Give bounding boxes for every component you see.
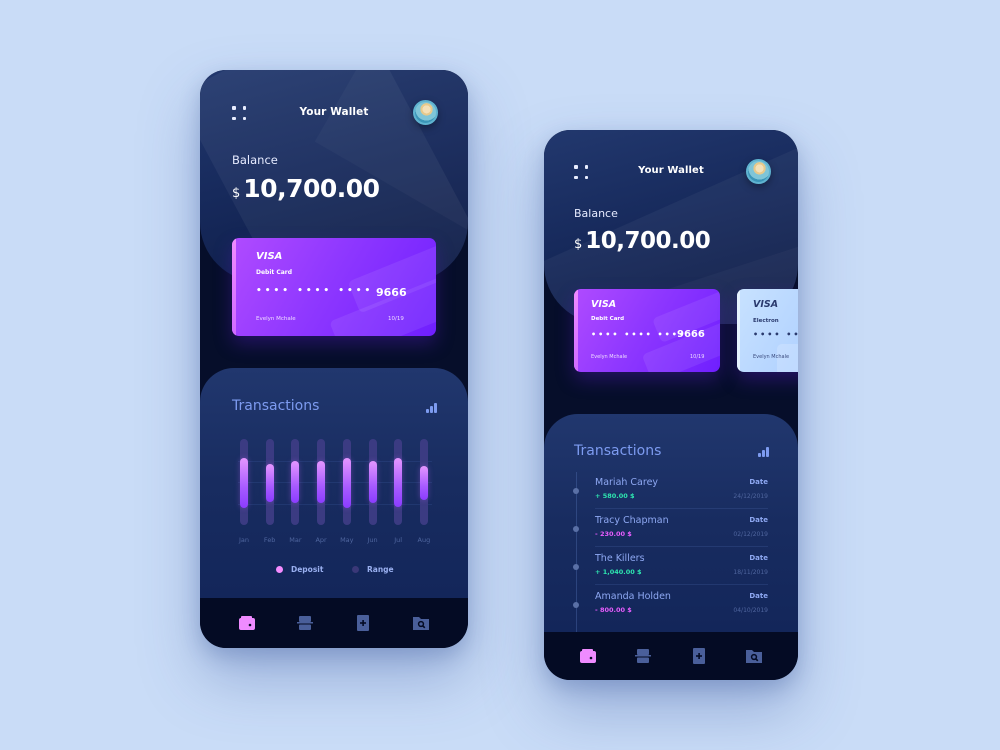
debit-card[interactable]: VISA Debit Card •••• •••• •••• 9666 Evel…: [232, 238, 436, 336]
card-type: Debit Card: [591, 316, 625, 322]
card-brand: VISA: [591, 299, 617, 310]
row-divider: [595, 546, 768, 547]
card-expiry: 10/19: [690, 354, 705, 360]
transaction-amount: + 1,040.00 $: [595, 568, 642, 576]
legend-dot-range: [352, 566, 359, 573]
user-avatar[interactable]: [746, 159, 771, 184]
row-divider: [595, 584, 768, 585]
bottom-nav: [200, 598, 468, 648]
timeline-dot: [573, 526, 579, 532]
nav-search-button[interactable]: [409, 611, 433, 635]
debit-card[interactable]: VISA Debit Card •••• •••• •••• 9666 Evel…: [574, 289, 720, 372]
transaction-date-label: Date: [749, 592, 768, 600]
transaction-name: The Killers: [595, 553, 645, 564]
legend-label-range: Range: [367, 565, 394, 574]
wallet-screen-list: Your Wallet Balance $ 10,700.00 VISA Deb…: [544, 130, 798, 680]
transaction-date: 24/12/2019: [733, 493, 768, 500]
deposit-bar-jan[interactable]: [240, 457, 248, 508]
deposit-bar-apr[interactable]: [317, 461, 326, 504]
month-label: Mar: [289, 536, 302, 544]
nav-add-button[interactable]: [351, 611, 375, 635]
transaction-date-label: Date: [749, 478, 768, 486]
month-label: Jun: [367, 536, 378, 544]
card-type: Debit Card: [256, 269, 293, 276]
timeline-dot: [573, 564, 579, 570]
card-last4: 9666: [376, 286, 407, 299]
wallet-screen-chart: Your Wallet Balance $ 10,700.00 VISA Deb…: [200, 70, 468, 648]
currency-symbol: $: [574, 237, 583, 252]
nav-cards-button[interactable]: [631, 644, 655, 668]
legend-dot-deposit: [276, 566, 283, 573]
legend-deposit: Deposit: [276, 565, 323, 574]
card-number-masked: •••• ••••: [753, 330, 798, 339]
month-label: Apr: [315, 536, 327, 544]
deposit-bar-mar[interactable]: [291, 461, 300, 504]
balance-value: 10,700.00: [243, 174, 380, 203]
card-holder: Evelyn Mchale: [256, 316, 296, 322]
balance-value: 10,700.00: [585, 228, 711, 254]
balance-amount: $ 10,700.00: [574, 228, 711, 254]
user-avatar[interactable]: [413, 100, 438, 125]
month-label: Feb: [263, 536, 276, 544]
card-number-masked: •••• •••• ••••: [591, 330, 686, 339]
transaction-name: Tracy Chapman: [595, 515, 669, 526]
transaction-amount: - 230.00 $: [595, 530, 632, 538]
transactions-panel: Transactions Jan Feb Mar Apr May Jun Jul Aug De…: [200, 368, 468, 598]
deposit-bar-jun[interactable]: [368, 461, 377, 504]
legend-label-deposit: Deposit: [291, 565, 324, 574]
transaction-row[interactable]: Mariah Carey + 580.00 $ Date 24/12/2019: [544, 472, 798, 510]
nav-wallet-button[interactable]: [576, 644, 600, 668]
currency-symbol: $: [232, 186, 241, 201]
transaction-date-label: Date: [749, 516, 768, 524]
nav-search-button[interactable]: [742, 644, 766, 668]
transaction-name: Amanda Holden: [595, 591, 671, 602]
transaction-row[interactable]: Amanda Holden - 800.00 $ Date 04/10/2019: [544, 586, 798, 624]
month-label: Jul: [394, 536, 403, 544]
card-brand: VISA: [256, 251, 283, 262]
card-holder: Evelyn Mchale: [591, 354, 628, 360]
bar-chart-icon[interactable]: [758, 447, 770, 457]
deposit-bar-jul[interactable]: [394, 457, 403, 507]
card-holder: Evelyn Mchale: [753, 354, 790, 360]
transaction-amount: - 800.00 $: [595, 606, 632, 614]
timeline-dot: [573, 602, 579, 608]
card-type: Electron: [753, 318, 779, 324]
card-expiry: 10/19: [388, 316, 404, 322]
month-label: May: [340, 536, 354, 544]
transaction-amount: + 580.00 $: [595, 492, 635, 500]
timeline-dot: [573, 488, 579, 494]
nav-add-button[interactable]: [687, 644, 711, 668]
deposit-bar-may[interactable]: [342, 457, 351, 508]
transaction-date: 02/12/2019: [733, 531, 768, 538]
transaction-name: Mariah Carey: [595, 477, 659, 488]
transaction-row[interactable]: The Killers + 1,040.00 $ Date 18/11/2019: [544, 548, 798, 586]
balance-amount: $ 10,700.00: [232, 174, 380, 203]
card-last4: 9666: [677, 329, 705, 340]
legend-range: Range: [352, 565, 394, 574]
bottom-nav: [544, 632, 798, 680]
month-label: Aug: [417, 536, 431, 544]
card-number-masked: •••• •••• ••••: [256, 286, 374, 296]
transactions-title: Transactions: [574, 443, 662, 459]
month-label: Jan: [238, 536, 250, 544]
transactions-chart: Jan Feb Mar Apr May Jun Jul Aug: [200, 368, 468, 568]
card-brand: VISA: [753, 299, 779, 310]
nav-cards-button[interactable]: [293, 611, 317, 635]
balance-label: Balance: [574, 207, 618, 220]
transactions-panel: Transactions Mariah Carey + 580.00 $ Date 2…: [544, 414, 798, 642]
transaction-date-label: Date: [749, 554, 768, 562]
transaction-date: 18/11/2019: [733, 569, 768, 576]
row-divider: [595, 508, 768, 509]
nav-wallet-button[interactable]: [235, 611, 259, 635]
electron-card[interactable]: VISA Electron •••• •••• Evelyn Mchale: [737, 289, 798, 372]
deposit-bar-aug[interactable]: [419, 465, 428, 501]
transaction-row[interactable]: Tracy Chapman - 230.00 $ Date 02/12/2019: [544, 510, 798, 548]
transaction-date: 04/10/2019: [733, 607, 768, 614]
balance-label: Balance: [232, 153, 278, 167]
deposit-bar-feb[interactable]: [265, 463, 274, 502]
